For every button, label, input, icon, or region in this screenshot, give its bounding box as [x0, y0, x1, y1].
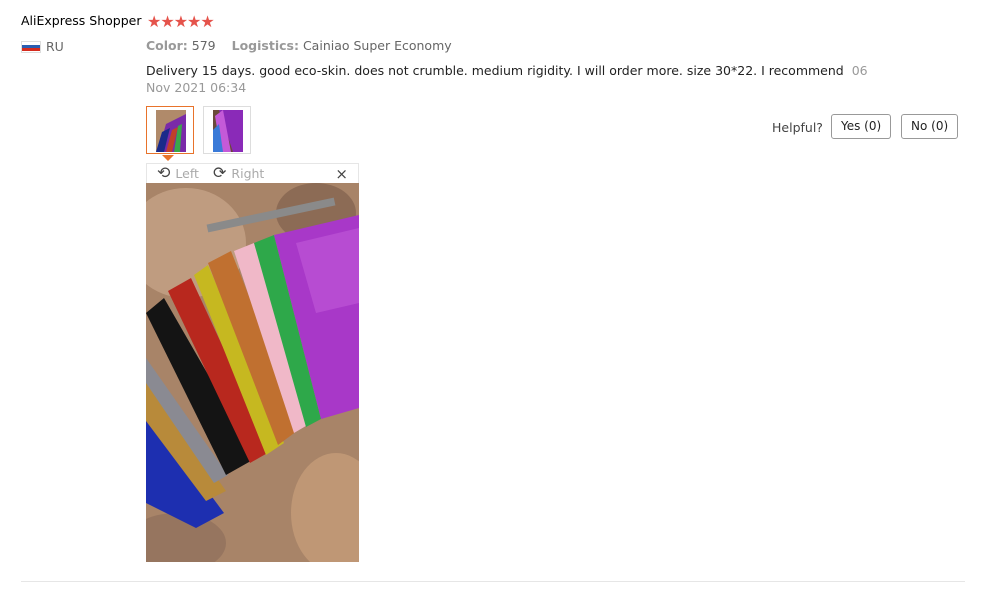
color-label: Color:: [146, 38, 188, 53]
helpful-yes-button[interactable]: Yes (0): [831, 114, 892, 139]
review-photo-large[interactable]: [146, 183, 359, 562]
review-thumbnail-1[interactable]: [146, 106, 194, 154]
review-text: Delivery 15 days. good eco-skin. does no…: [146, 62, 876, 96]
review-photo-image: [146, 183, 359, 562]
review-body: Delivery 15 days. good eco-skin. does no…: [146, 63, 844, 78]
helpful-label: Helpful?: [772, 120, 823, 135]
review-divider: [21, 581, 965, 582]
country-code: RU: [46, 39, 64, 54]
color-value: 579: [191, 38, 216, 53]
helpful-no-button[interactable]: No (0): [901, 114, 959, 139]
rotate-left-icon: ⟲: [157, 163, 171, 182]
reviewer-name: AliExpress Shopper: [21, 13, 142, 28]
rotate-right-icon: ⟳: [213, 163, 227, 182]
rotate-right-button[interactable]: ⟳ Right: [213, 165, 264, 181]
reviewer-country: RU: [21, 39, 64, 54]
rating-stars: ★★★★★: [147, 12, 215, 31]
thumbnail-pointer: [162, 155, 174, 161]
review-thumbnail-2[interactable]: [203, 106, 251, 154]
rotate-left-label: Left: [175, 165, 199, 181]
russia-flag-icon: [21, 40, 41, 53]
thumbnail-image: [213, 110, 243, 152]
order-attributes: Color: 579 Logistics: Cainiao Super Econ…: [146, 38, 464, 53]
close-icon[interactable]: ×: [335, 165, 348, 183]
logistics-value: Cainiao Super Economy: [302, 38, 452, 53]
rotate-left-button[interactable]: ⟲ Left: [157, 165, 199, 181]
image-viewer-toolbar: ⟲ Left ⟳ Right ×: [146, 163, 359, 184]
logistics-label: Logistics:: [231, 38, 299, 53]
thumbnail-image: [156, 110, 186, 152]
rotate-right-label: Right: [231, 165, 265, 181]
